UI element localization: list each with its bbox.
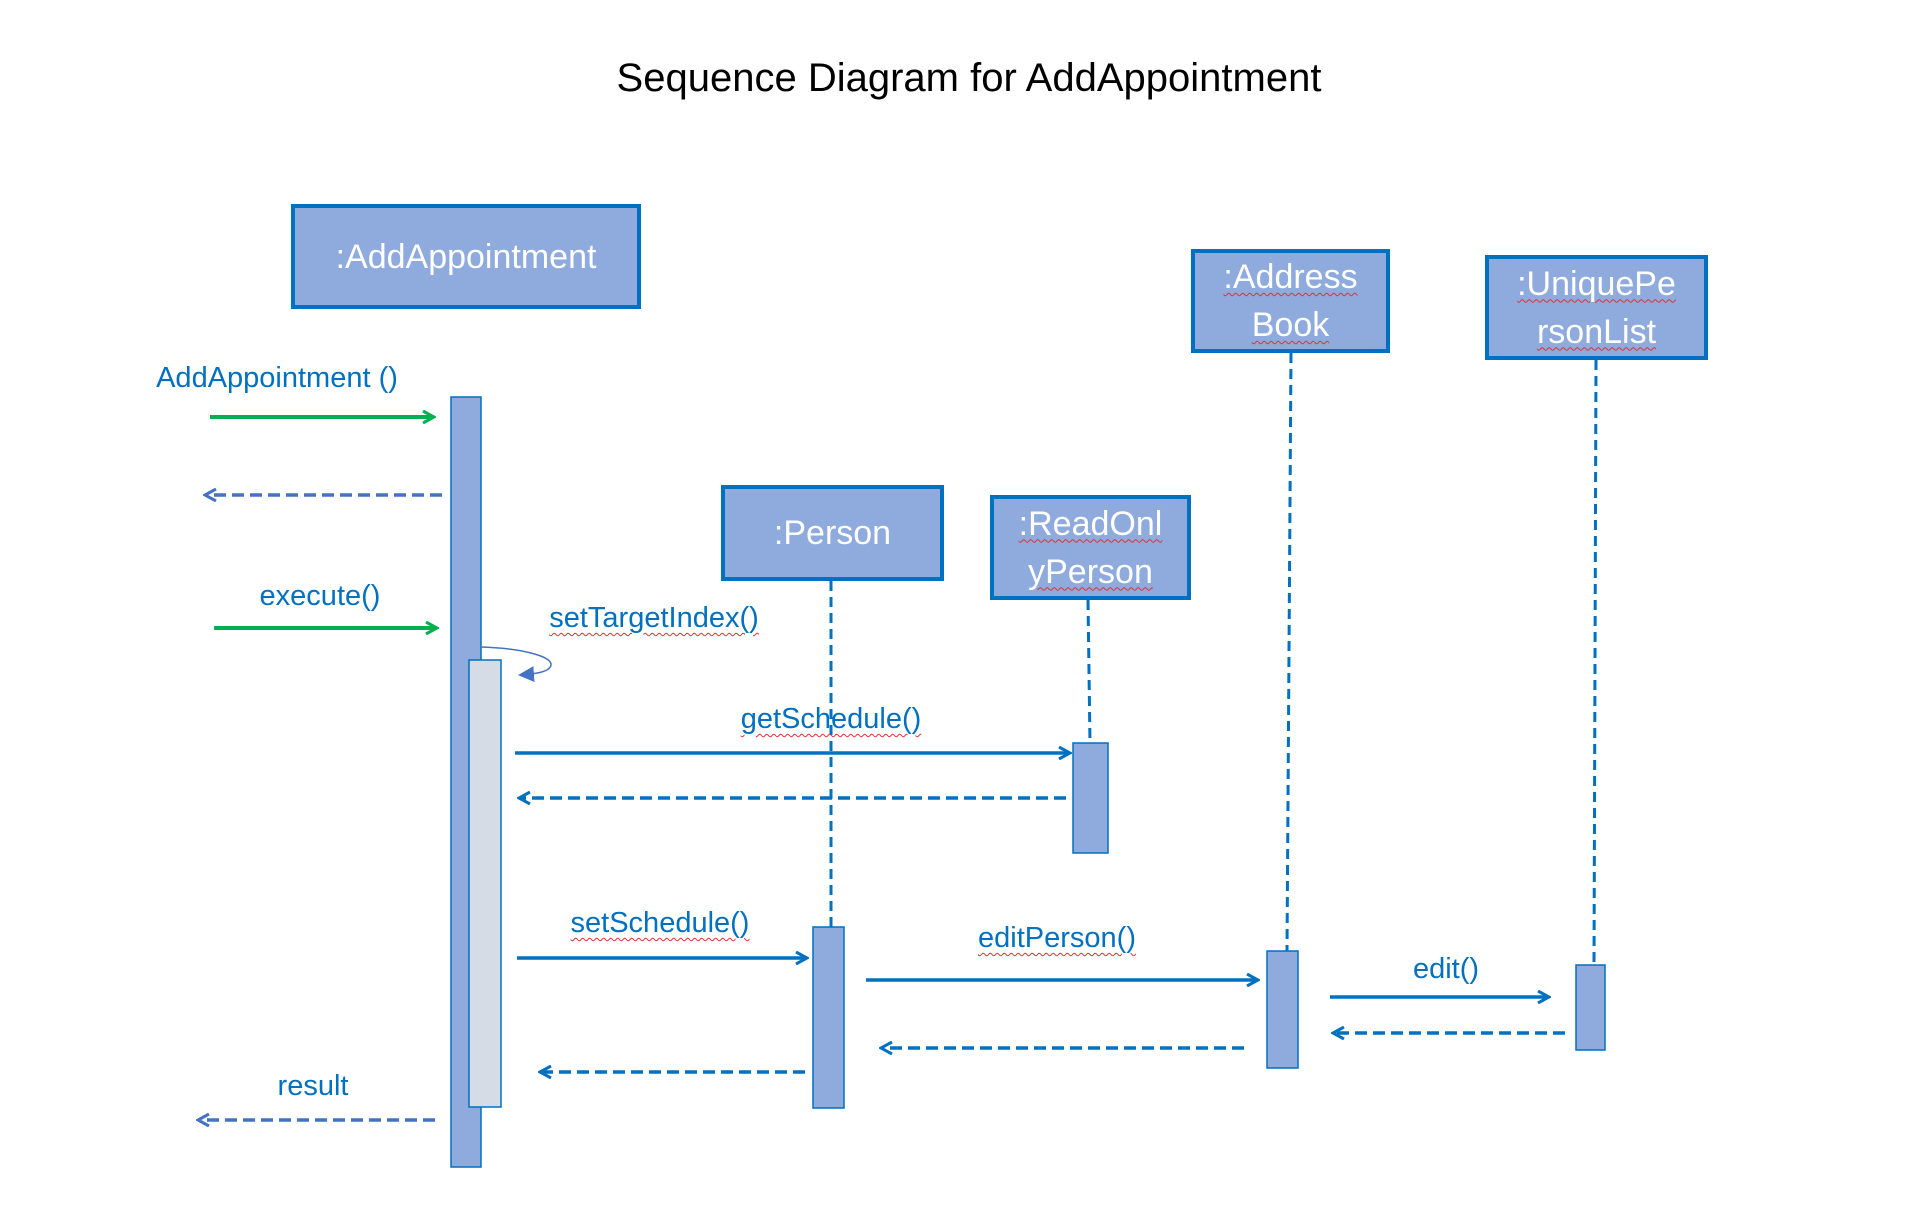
activation-unique-person-list [1575, 964, 1606, 1051]
message-label-edit-person: editPerson() [978, 922, 1136, 954]
message-label-execute: execute() [259, 580, 381, 612]
activation-address-book [1266, 950, 1299, 1069]
message-label-get-schedule: getSchedule() [740, 703, 922, 735]
message-label-add-appointment: AddAppointment () [156, 362, 398, 394]
lifeline-address-book [1285, 352, 1293, 952]
activation-add-appointment-nested [468, 659, 502, 1108]
message-label-set-target-index: setTargetIndex() [549, 602, 759, 634]
lifeline-read-only-person [1086, 599, 1092, 744]
activation-person [812, 926, 845, 1109]
activation-read-only-person [1072, 742, 1109, 854]
lifeline-unique-person-list [1592, 359, 1598, 966]
message-label-set-schedule: setSchedule() [570, 907, 750, 939]
message-label-result: result [277, 1070, 349, 1102]
message-label-edit: edit() [1412, 953, 1480, 985]
